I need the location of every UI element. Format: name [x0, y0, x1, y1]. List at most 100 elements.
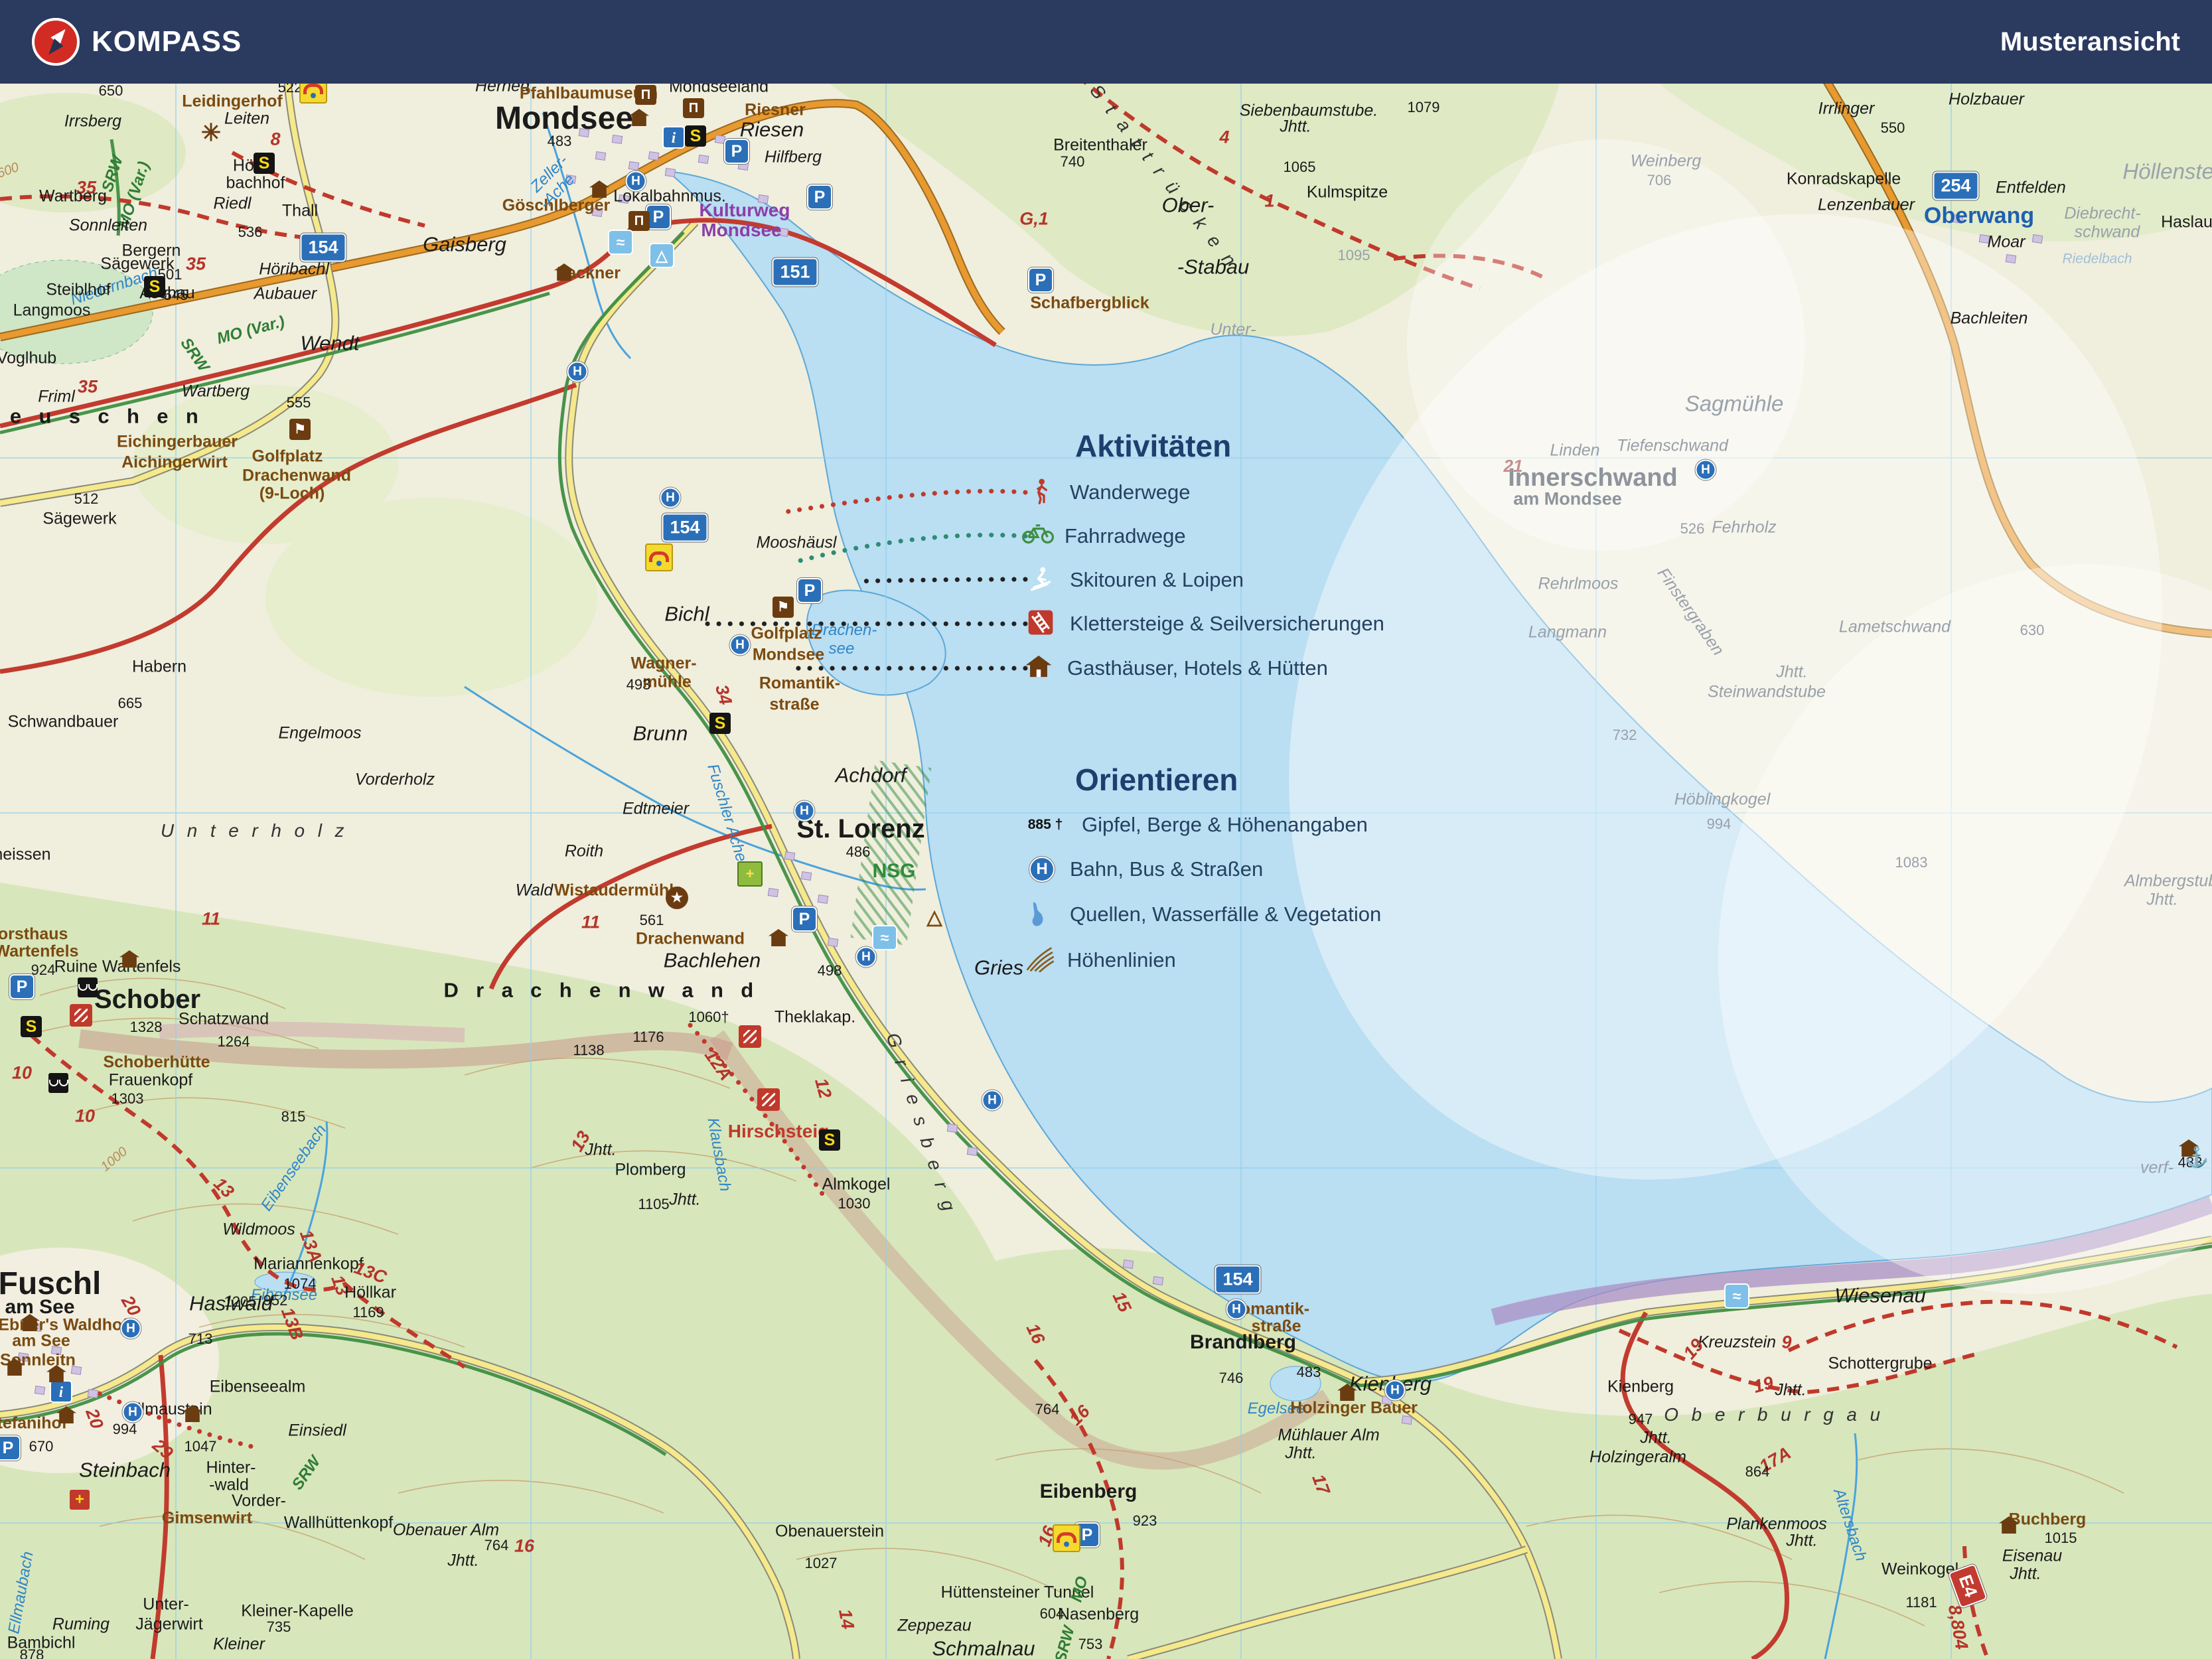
map-label: St. Lorenz: [796, 816, 924, 842]
map-label: 947: [1629, 1412, 1653, 1427]
legend-label: Quellen, Wasserfälle & Vegetation: [1070, 902, 1381, 926]
hiker-icon: [1027, 478, 1057, 507]
eagle-icon: [48, 1073, 68, 1093]
map-label: 735: [267, 1620, 291, 1634]
map-label: 16: [514, 1538, 534, 1555]
sail-icon: △: [649, 243, 674, 268]
map-label: Sägewerk: [42, 511, 116, 528]
map-label: am See: [12, 1333, 70, 1350]
map-label: Ellmaubach: [6, 1550, 36, 1635]
map-label: Buchberg: [2009, 1512, 2087, 1528]
map-label: Höribachl: [259, 261, 329, 278]
map-label: 9: [1781, 1334, 1791, 1352]
map-label: (9-Loch): [259, 486, 325, 502]
map-label: 713: [188, 1332, 213, 1346]
hut-icon: [56, 1406, 76, 1423]
bus-icon: H: [1696, 460, 1716, 480]
map-label: Leidingerhof: [182, 94, 282, 110]
map-label: 1169: [352, 1305, 384, 1320]
map-label: Stefanihof: [0, 1415, 67, 1432]
page-title: Musteransicht: [2000, 27, 2180, 57]
map-label: Wagner-: [630, 656, 696, 672]
map-label: 1074: [284, 1277, 317, 1291]
map-label: 486: [846, 845, 871, 859]
map-label: 11: [202, 910, 220, 928]
map-label: schwand: [2075, 224, 2140, 241]
map-label: Schoberhütte: [103, 1054, 210, 1071]
anchor-icon: ⚓: [2184, 1148, 2209, 1168]
map-label: Jhtt.: [669, 1192, 700, 1208]
map-label: 1138: [573, 1043, 604, 1058]
map-label: 526: [1680, 522, 1705, 536]
legend-label: Gasthäuser, Hotels & Hütten: [1067, 656, 1328, 680]
map-label: Höllkar: [344, 1285, 396, 1301]
map-label: Kleiner: [213, 1636, 265, 1653]
map-label: -Stabau: [1177, 257, 1250, 277]
building: [828, 938, 839, 947]
map-label: 13B: [278, 1305, 306, 1342]
map-label: Fuschl: [0, 1268, 101, 1300]
map-label: 994: [1707, 817, 1732, 831]
map-label: Drachenwand: [242, 468, 351, 484]
museum-icon: Π: [635, 85, 656, 105]
map-label: Hinter-: [206, 1460, 256, 1477]
romantik-icon: [645, 543, 673, 571]
map-label: Wartberg: [39, 188, 107, 205]
map-label: 12A: [701, 1046, 735, 1084]
map-label: Tiefenschwand: [1617, 438, 1728, 455]
map-label: 665: [118, 696, 143, 711]
map-label: Wistaudermühle: [554, 883, 683, 899]
museum-icon: Π: [628, 211, 650, 231]
map-label: Engelmoos: [278, 725, 361, 742]
road-shield: 151: [772, 258, 818, 287]
map-label: Holzingeralm: [1589, 1449, 1686, 1466]
info-icon: i: [662, 126, 685, 149]
map-label: 10: [75, 1108, 95, 1125]
map-label: Achdorf: [836, 765, 907, 786]
legend-label: Bahn, Bus & Straßen: [1070, 857, 1263, 881]
map-label: Steinwandstube: [1708, 684, 1826, 701]
map-page: Herned650IrrsbergLeidingerhofLeiten52283…: [0, 0, 2212, 1659]
map-label: Linden: [1550, 443, 1599, 459]
map-label: am See: [5, 1297, 74, 1317]
info-icon: i: [50, 1380, 72, 1403]
map-label: Entfelden: [1996, 180, 2066, 196]
map-label: Haslwald: [189, 1293, 273, 1314]
legend-item-bahn: H Bahn, Bus & Straßen: [1027, 855, 1263, 884]
ski-icon: [1027, 565, 1057, 595]
map-label: 20: [82, 1406, 106, 1431]
map-label: Mondsee: [701, 221, 781, 240]
map-label: SRW: [1053, 1624, 1078, 1659]
parking-icon: P: [1028, 267, 1053, 293]
map-label: 1: [1264, 192, 1274, 210]
map-label: 764: [484, 1538, 509, 1553]
sbahn-icon: S: [21, 1016, 42, 1037]
map-label: Fehrholz: [1712, 520, 1776, 536]
sbahn-icon: S: [144, 276, 165, 297]
map-label: Höblingkogel: [1674, 792, 1771, 808]
map-label: 17: [1309, 1472, 1333, 1496]
ladder-icon: [1027, 609, 1057, 638]
map-label: Schatzwand: [179, 1011, 269, 1028]
building: [818, 895, 829, 904]
bike-icon: [1022, 522, 1051, 551]
map-label: Wallhüttenkopf: [284, 1515, 393, 1532]
building: [768, 888, 779, 897]
golf-icon: ⚑: [289, 419, 311, 440]
sbahn-icon: S: [709, 713, 731, 734]
map-label: 670: [29, 1439, 54, 1454]
map-label: Schmalnau: [932, 1638, 1035, 1659]
map-label: 740: [1061, 155, 1085, 169]
building: [1153, 1276, 1164, 1285]
map-label: 16: [1067, 1402, 1093, 1429]
map-label: Wartberg: [182, 384, 250, 400]
map-label: Jhtt.: [2146, 892, 2177, 908]
hut-icon: [589, 180, 609, 198]
map-label: SRW: [177, 335, 212, 374]
map-label: Eibenseebach: [259, 1122, 330, 1214]
map-label: Eibenberg: [1040, 1482, 1138, 1502]
map-label: 19: [1751, 1374, 1775, 1396]
map-label: 4: [1219, 129, 1229, 147]
map-label: Riesner: [745, 102, 806, 119]
legend-item-wanderwege: Wanderwege: [1027, 478, 1191, 507]
